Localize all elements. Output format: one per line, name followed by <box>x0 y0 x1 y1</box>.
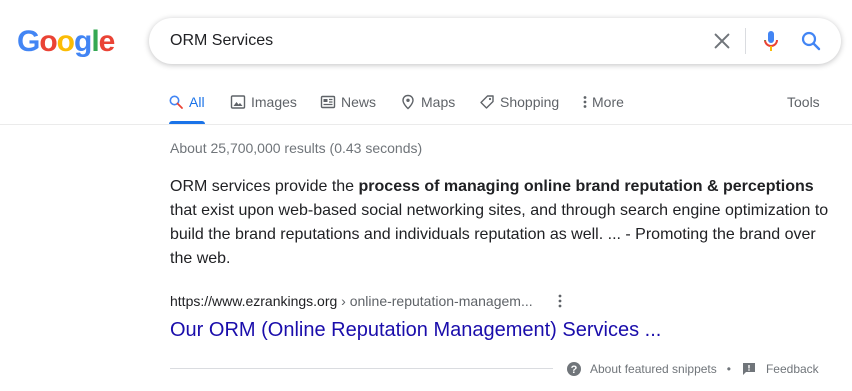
snippet-footer: ? About featured snippets • Feedback <box>566 359 819 379</box>
svg-text:?: ? <box>571 364 578 376</box>
image-icon <box>230 95 246 109</box>
logo-letter: l <box>91 25 99 58</box>
search-input[interactable] <box>170 30 690 52</box>
tab-label: Maps <box>421 94 456 110</box>
result-url[interactable]: https://www.ezrankings.org › online-repu… <box>170 291 533 311</box>
snippet-footer-divider <box>170 368 553 369</box>
close-icon <box>714 33 730 49</box>
logo-letter: o <box>39 25 57 58</box>
tab-all[interactable]: All <box>168 90 205 124</box>
search-divider <box>745 28 746 54</box>
tab-images[interactable]: Images <box>230 90 297 124</box>
footer-separator: • <box>726 362 731 376</box>
search-box <box>149 18 841 64</box>
tab-label: All <box>189 94 205 110</box>
voice-search-button[interactable] <box>759 28 783 54</box>
result-options-button[interactable] <box>552 293 568 309</box>
tab-label: News <box>341 94 377 110</box>
tab-label: Images <box>251 94 297 110</box>
result-domain: https://www.ezrankings.org <box>170 293 338 309</box>
feedback-link[interactable]: Feedback <box>766 359 819 379</box>
about-featured-snippets-link[interactable]: About featured snippets <box>590 359 717 379</box>
tabs-divider <box>0 124 852 125</box>
search-icon <box>169 95 183 109</box>
google-logo[interactable]: Google <box>17 25 116 58</box>
clear-button[interactable] <box>711 30 733 52</box>
tab-shopping[interactable]: Shopping <box>479 90 559 124</box>
news-icon <box>320 95 336 109</box>
logo-letter: g <box>74 25 92 58</box>
snippet-text: ORM services provide the <box>170 178 359 195</box>
featured-snippet-text: ORM services provide the process of mana… <box>170 175 830 271</box>
logo-letter: e <box>98 25 116 58</box>
more-vert-icon <box>558 294 562 308</box>
logo-letter: G <box>17 25 40 58</box>
feedback-icon <box>742 363 755 375</box>
logo-letter: o <box>56 25 75 58</box>
map-pin-icon <box>402 94 414 110</box>
tab-label: Shopping <box>500 94 560 110</box>
result-path: › online-reputation-managem... <box>337 293 533 309</box>
tools-button[interactable]: Tools <box>787 90 820 114</box>
tab-news[interactable]: News <box>320 90 376 124</box>
tab-label: More <box>592 94 624 110</box>
result-stats: About 25,700,000 results (0.43 seconds) <box>170 140 423 156</box>
snippet-highlight: process of managing online brand reputat… <box>358 178 814 195</box>
tab-more[interactable]: More <box>581 90 624 124</box>
microphone-icon <box>764 31 778 51</box>
result-title-link[interactable]: Our ORM (Online Reputation Management) S… <box>170 316 661 344</box>
snippet-text: that exist upon web-based social network… <box>170 202 829 267</box>
search-button[interactable] <box>799 29 823 53</box>
more-vert-icon <box>583 96 587 108</box>
help-icon: ? <box>567 362 581 376</box>
search-icon <box>801 31 821 51</box>
tag-icon <box>480 95 494 109</box>
tab-maps[interactable]: Maps <box>400 90 455 124</box>
